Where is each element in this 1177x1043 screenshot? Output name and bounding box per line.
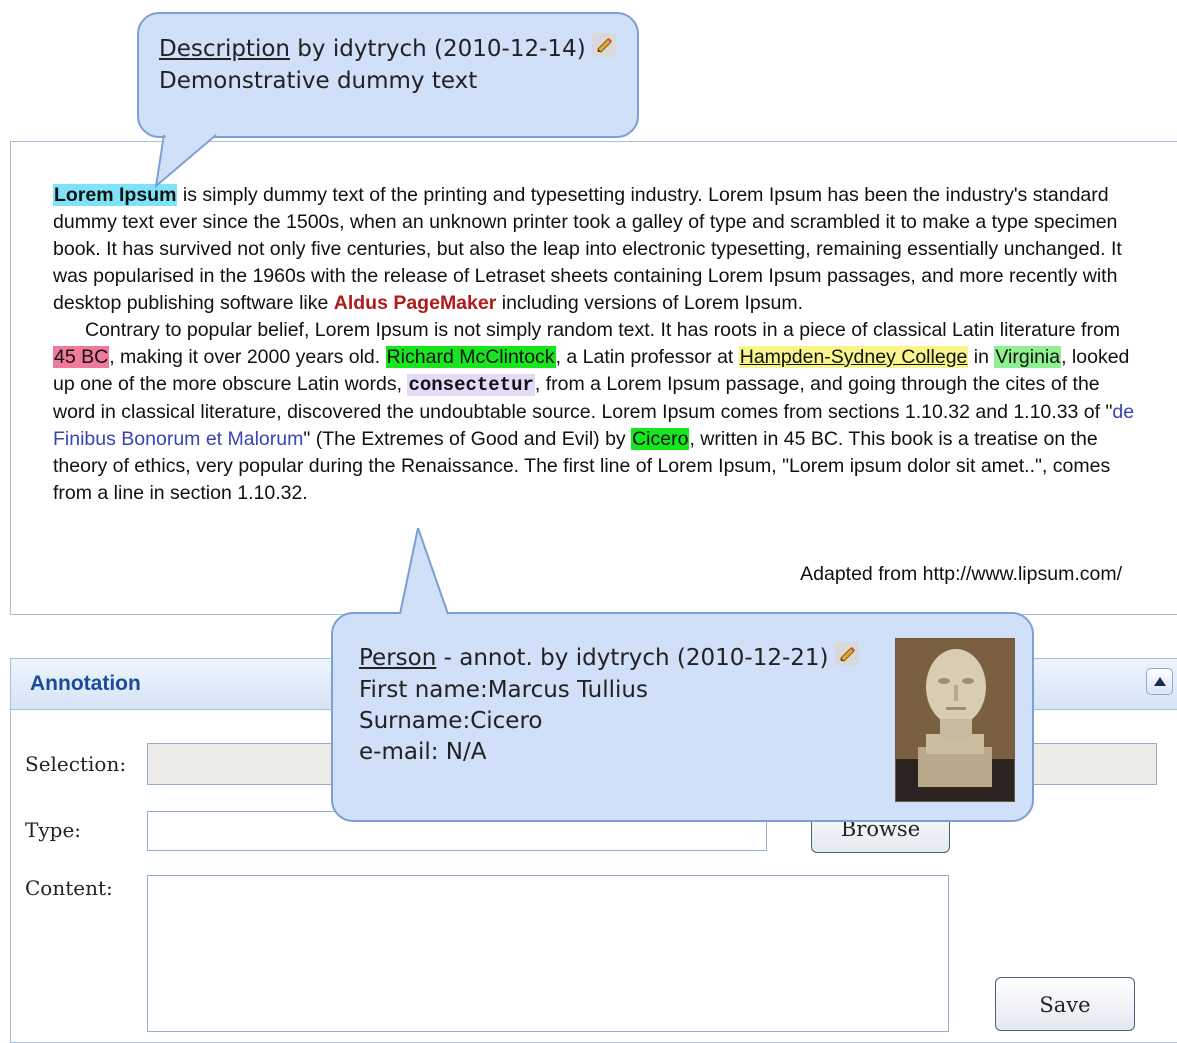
- brand-name[interactable]: Aldus PageMaker: [334, 292, 497, 314]
- paragraph-1: Lorem Ipsum is simply dummy text of the …: [53, 182, 1138, 317]
- chevron-up-icon: [1154, 677, 1166, 686]
- description-callout-pointer: [154, 134, 217, 189]
- person-callout-content: Person - annot. by idytrych (2010-12-21)…: [359, 642, 859, 768]
- paragraph-2-text: , making it over 2000 years old.: [109, 346, 386, 368]
- pencil-icon: [834, 642, 859, 666]
- bust-image: [896, 639, 1014, 801]
- person-surname: Surname:Cicero: [359, 708, 543, 734]
- paragraph-2-text: , a Latin professor at: [555, 346, 739, 368]
- person-first-name: First name:Marcus Tullius: [359, 677, 648, 703]
- person-callout-header: Person - annot. by idytrych (2010-12-21): [359, 642, 859, 675]
- paragraph-1-text-2: including versions of Lorem Ipsum.: [496, 292, 804, 314]
- content-label: Content:: [25, 876, 113, 900]
- annotation-panel-title: Annotation: [30, 672, 141, 695]
- person-meta: - annot. by idytrych (2010-12-21): [436, 645, 829, 671]
- description-text: Demonstrative dummy text: [159, 68, 478, 94]
- pencil-icon: [591, 33, 616, 57]
- person-email: e-mail: N/A: [359, 739, 487, 765]
- content-textarea[interactable]: [147, 875, 949, 1032]
- paragraph-2-text: in: [968, 346, 995, 368]
- edit-pencil-icon[interactable]: [591, 33, 616, 66]
- person-callout: Person - annot. by idytrych (2010-12-21)…: [331, 612, 1034, 822]
- document-text: Lorem Ipsum is simply dummy text of the …: [53, 182, 1138, 507]
- annotation-highlight-location[interactable]: Virginia: [994, 346, 1062, 368]
- description-callout: Description by idytrych (2010-12-14) Dem…: [137, 12, 639, 138]
- description-meta: by idytrych (2010-12-14): [290, 36, 586, 62]
- annotation-highlight-person[interactable]: Richard McClintock: [385, 346, 556, 368]
- paragraph-2: Contrary to popular belief, Lorem Ipsum …: [53, 317, 1138, 507]
- type-label: Type:: [25, 818, 82, 842]
- annotation-highlight-person-cicero[interactable]: Cicero: [631, 428, 690, 450]
- person-type-label[interactable]: Person: [359, 645, 436, 671]
- save-button[interactable]: Save: [995, 977, 1135, 1031]
- paragraph-2-text: " (The Extremes of Good and Evil) by: [303, 428, 632, 450]
- paragraph-2-text: Contrary to popular belief, Lorem Ipsum …: [85, 319, 1121, 341]
- description-callout-content: Description by idytrych (2010-12-14) Dem…: [159, 33, 616, 97]
- collapse-panel-button[interactable]: [1146, 668, 1173, 695]
- source-note: Adapted from http://www.lipsum.com/: [800, 563, 1122, 585]
- annotation-highlight-place[interactable]: Hampden-Sydney College: [738, 346, 969, 368]
- annotation-highlight-term[interactable]: consectetur: [407, 374, 535, 396]
- edit-pencil-icon[interactable]: [834, 642, 859, 675]
- person-portrait-image: [895, 638, 1015, 802]
- person-callout-pointer: [399, 528, 449, 615]
- selection-label: Selection:: [25, 752, 127, 776]
- annotation-highlight-date[interactable]: 45 BC: [53, 346, 110, 368]
- description-type-label[interactable]: Description: [159, 36, 290, 62]
- description-callout-header: Description by idytrych (2010-12-14): [159, 33, 616, 66]
